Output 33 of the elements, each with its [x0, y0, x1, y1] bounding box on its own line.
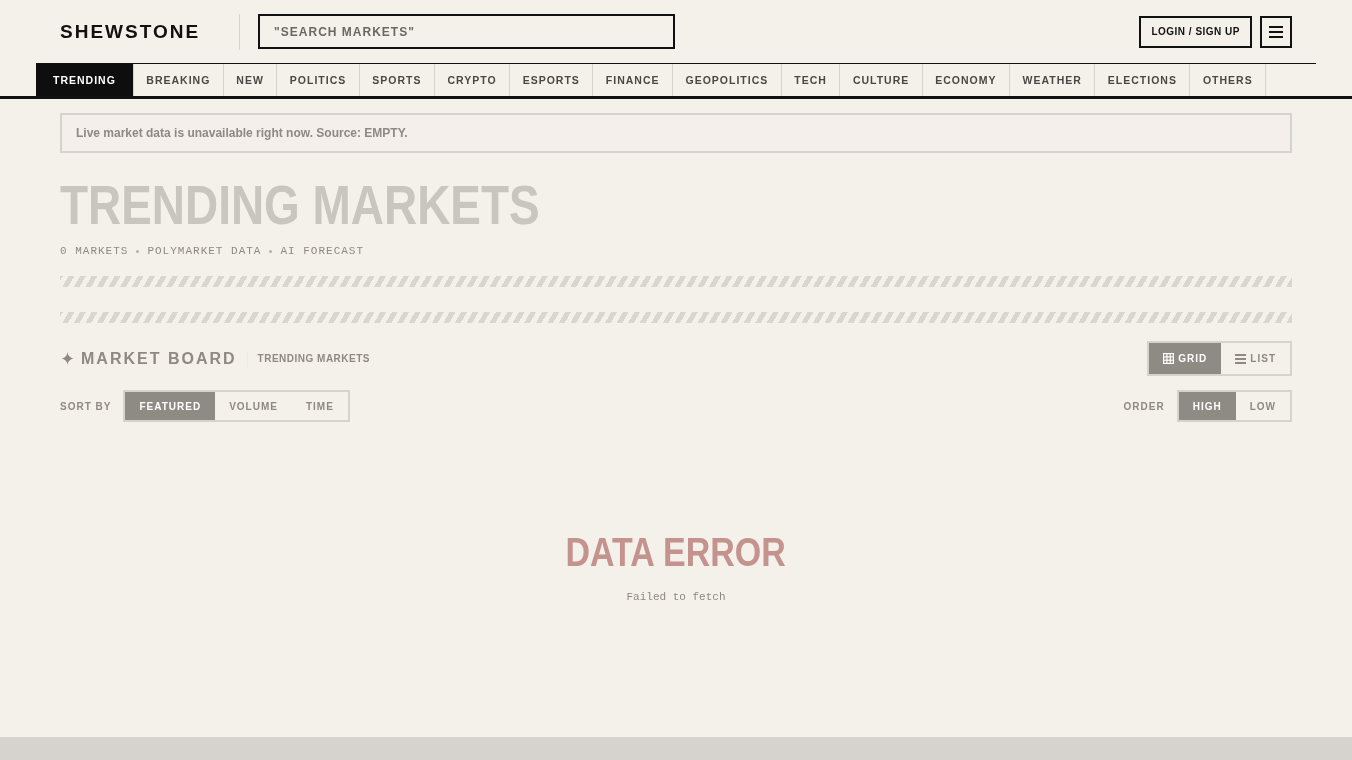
category-tab[interactable]: BREAKING — [133, 64, 224, 96]
login-button[interactable]: LOGIN / SIGN UP — [1139, 15, 1252, 48]
section-title: MARKET BOARD — [81, 349, 237, 368]
alert-banner: Live market data is unavailable right now. Source: EMPTY. — [60, 113, 1292, 153]
sort-label: SORT BY — [60, 400, 112, 412]
error-message: Failed to fetch — [626, 591, 726, 603]
category-tab[interactable]: OTHERS — [1190, 64, 1267, 96]
category-tab[interactable]: CULTURE — [840, 64, 923, 96]
menu-icon — [1269, 25, 1283, 38]
error-title: DATA ERROR — [565, 530, 787, 575]
order-label: ORDER — [1123, 400, 1165, 412]
meta-text: POLYMARKET DATA — [147, 245, 262, 257]
sparkle-icon: ✦ — [60, 347, 75, 370]
category-tab[interactable]: FINANCE — [593, 64, 673, 96]
category-tab[interactable]: ELECTIONS — [1095, 64, 1191, 96]
menu-button[interactable] — [1260, 15, 1292, 48]
category-tab[interactable]: SPORTS — [359, 64, 435, 96]
list-icon — [1235, 353, 1247, 364]
category-tab[interactable]: POLITICS — [277, 64, 360, 96]
category-tab[interactable]: ESPORTS — [510, 64, 594, 96]
category-tab[interactable]: ECONOMY — [922, 64, 1011, 96]
search-field[interactable]: "SEARCH MARKETS" — [258, 14, 676, 49]
meta-text: AI FORECAST — [280, 245, 365, 257]
category-tab[interactable]: TRENDING — [36, 64, 134, 96]
grid-icon — [1163, 353, 1175, 364]
category-tab[interactable]: TECH — [781, 64, 841, 96]
category-tab[interactable]: NEW — [223, 64, 278, 96]
logo[interactable]: SHEWSTONE — [60, 20, 201, 43]
category-tab[interactable]: CRYPTO — [434, 64, 511, 96]
meta-text: 0 MARKETS — [60, 245, 129, 257]
section-subtitle: TRENDING MARKETS — [257, 353, 370, 364]
category-tab[interactable]: WEATHER — [1010, 64, 1096, 96]
category-tab[interactable]: GEOPOLITICS — [673, 64, 782, 96]
